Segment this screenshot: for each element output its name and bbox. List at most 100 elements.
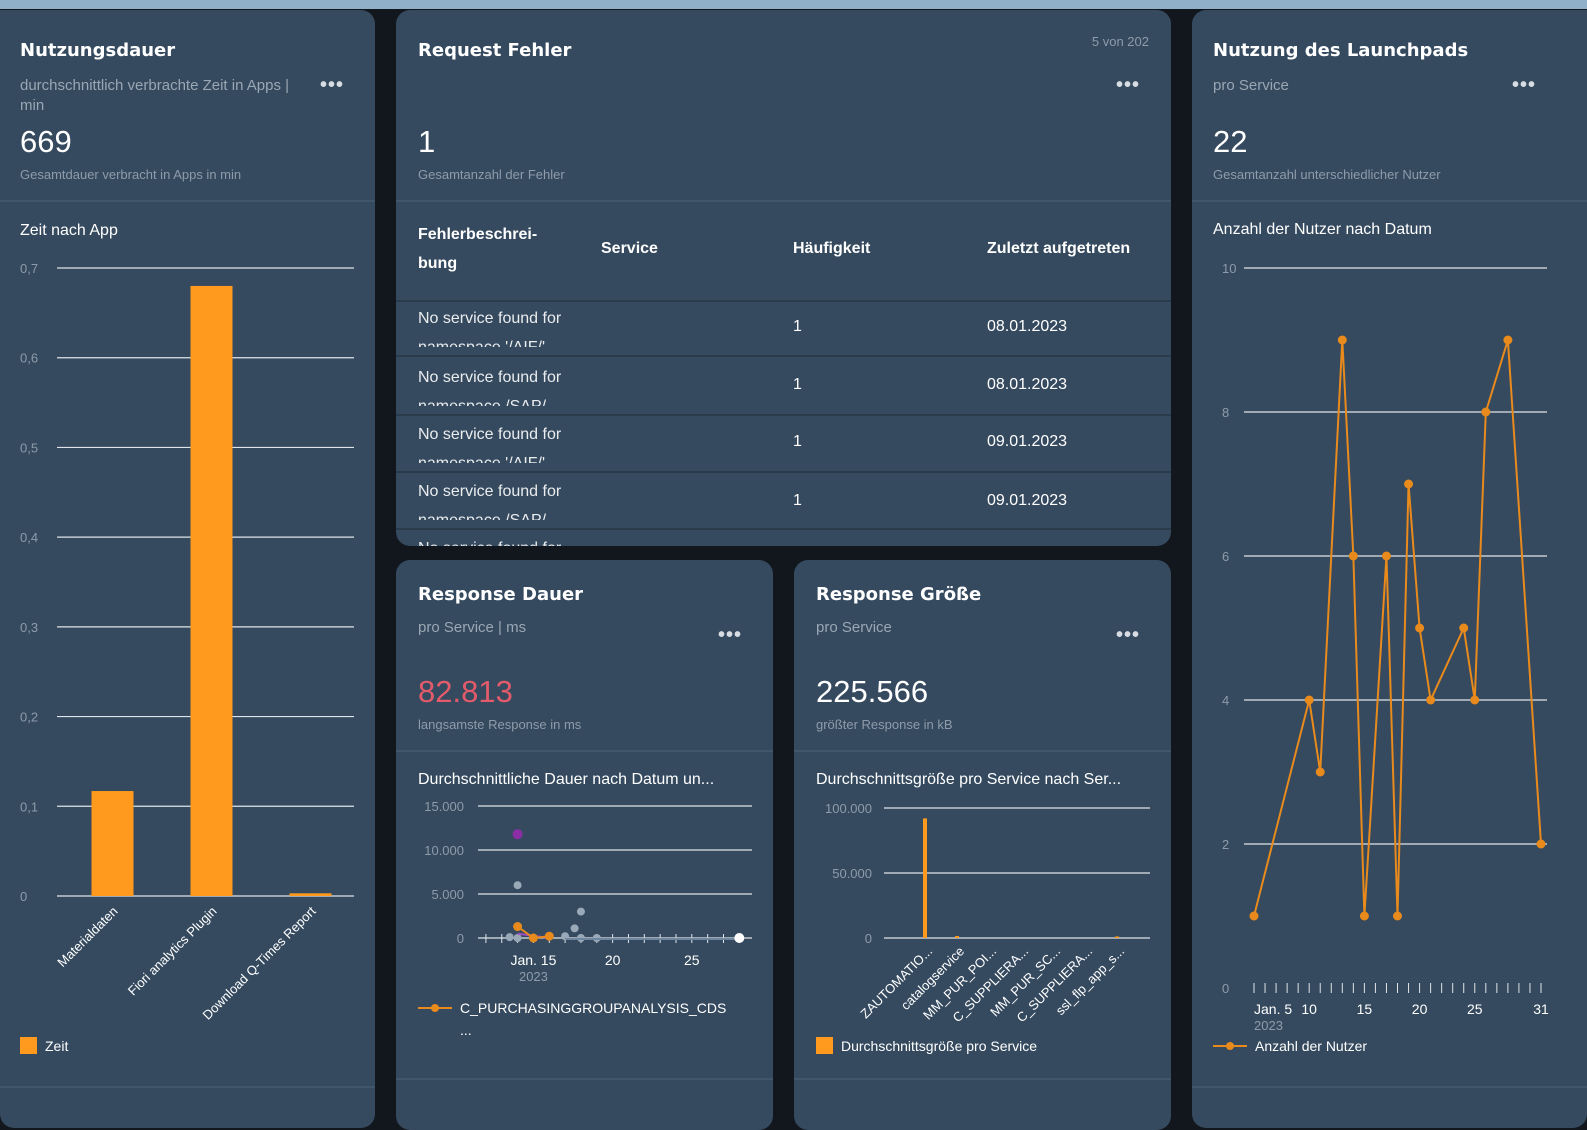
line-chart-nutzer[interactable]: 0 2 4 6 8 10 Jan. 5 10 15 20 25 31 2023: [1192, 240, 1587, 1030]
data-point: [576, 907, 585, 916]
card-title: Nutzungsdauer: [20, 40, 176, 61]
kpi-value: 1: [418, 124, 436, 159]
legend-more[interactable]: ...: [460, 1022, 472, 1038]
data-point: [1470, 695, 1480, 705]
data-point: [1459, 623, 1469, 633]
bar: [190, 285, 233, 896]
y-tick-label: 0: [457, 931, 464, 946]
data-point: [513, 922, 523, 932]
card-title: Response Dauer: [418, 584, 584, 605]
card-footer: [1192, 1086, 1587, 1118]
cell-count: 1: [793, 318, 802, 335]
table-row[interactable]: No service found for namespace '/AIF/' 1…: [396, 414, 1171, 473]
chart-legend[interactable]: C_PURCHASINGGROUPANALYSIS_CDS: [418, 1000, 726, 1016]
column-header-service[interactable]: Service: [601, 234, 658, 263]
x-tick-label: Jan. 15: [510, 952, 556, 968]
bar: [91, 791, 134, 896]
data-point: [734, 933, 745, 943]
kpi-label: langsamste Response in ms: [418, 717, 582, 732]
separator: [396, 750, 773, 752]
card-subtitle: durchschnittlich verbrachte Zeit in Apps…: [20, 77, 290, 114]
data-point: [1393, 911, 1402, 921]
data-point: [1249, 911, 1259, 921]
column-header-frequency[interactable]: Häufigkeit: [793, 234, 870, 263]
data-point: [505, 933, 514, 942]
table-row[interactable]: No service found for namespace '/AIF/' 1…: [396, 298, 1171, 357]
more-icon[interactable]: •••: [1116, 75, 1140, 95]
data-point: [1315, 767, 1325, 777]
x-tick-label: 15: [1357, 1001, 1373, 1017]
card-subtitle: pro Service: [1213, 77, 1289, 94]
table-row[interactable]: No service found for: [396, 530, 1171, 546]
data-point: [1337, 335, 1347, 345]
data-point: [1348, 551, 1358, 561]
cell-description: No service found for namespace '/AIF/': [418, 310, 562, 347]
table-header: Fehlerbeschrei-bung Service Häufigkeit Z…: [396, 202, 1171, 302]
chart-title: Zeit nach App: [20, 222, 118, 239]
cell-date: 09.01.2023: [987, 433, 1068, 450]
cell-date: 08.01.2023: [987, 376, 1068, 393]
more-icon[interactable]: •••: [1512, 75, 1536, 95]
card-response-groesse[interactable]: Response Größe pro Service ••• 225.566 g…: [794, 560, 1171, 1130]
y-tick-label: 0: [865, 931, 872, 946]
data-point: [513, 934, 522, 942]
table-row[interactable]: No service found for namespace /SAP/ 1 0…: [396, 471, 1171, 530]
bar-chart-groesse[interactable]: 050.000100.000ZAUTOMATIO...catalogservic…: [794, 792, 1171, 1042]
more-icon[interactable]: •••: [718, 625, 742, 645]
kpi-value: 225.566: [816, 674, 929, 709]
separator: [1192, 200, 1587, 202]
column-header-description[interactable]: Fehlerbeschrei-bung: [418, 220, 548, 278]
y-tick-label: 15.000: [424, 799, 464, 814]
card-subtitle: pro Service: [816, 619, 892, 636]
scatter-chart-dauer[interactable]: 0 5.000 10.000 15.000 Jan. 15 20 25 2023: [396, 792, 773, 992]
bar: [955, 936, 959, 938]
y-tick-label: 8: [1222, 405, 1229, 420]
bar-chart-zeit-nach-app[interactable]: 0 0,1 0,2 0,3 0,4 0,5 0,6 0,7 Materialdaten Fiori…: [0, 240, 375, 1060]
legend-line-marker: [1213, 1039, 1247, 1053]
column-header-last-occurred[interactable]: Zuletzt aufgetreten: [987, 234, 1130, 263]
chart-legend[interactable]: Zeit: [20, 1037, 68, 1054]
legend-swatch: [20, 1037, 37, 1054]
card-subtitle: pro Service | ms: [418, 619, 527, 636]
card-request-fehler[interactable]: Request Fehler 5 von 202 ••• 1 Gesamtanz…: [396, 10, 1171, 546]
data-point: [512, 829, 523, 840]
chart-legend[interactable]: Durchschnittsgröße pro Service: [816, 1037, 1037, 1054]
card-launchpad[interactable]: Nutzung des Launchpads pro Service ••• 2…: [1192, 10, 1587, 1128]
y-tick-label: 0,7: [20, 261, 38, 276]
table-row[interactable]: No service found for namespace /SAP/ 1 0…: [396, 357, 1171, 416]
y-tick-label: 0: [1222, 981, 1229, 996]
cell-count: 1: [793, 492, 802, 509]
card-nutzungsdauer[interactable]: Nutzungsdauer durchschnittlich verbracht…: [0, 10, 375, 1128]
more-icon[interactable]: •••: [1116, 625, 1140, 645]
kpi-value: 82.813: [418, 674, 513, 709]
kpi-value: 669: [20, 124, 72, 159]
row-counter: 5 von 202: [1091, 34, 1149, 49]
cell-date: 09.01.2023: [987, 492, 1068, 509]
y-tick-label: 0: [20, 889, 27, 904]
kpi-label: Gesamtanzahl der Fehler: [418, 167, 565, 182]
y-tick-label: 4: [1222, 693, 1229, 708]
kpi-label: Gesamtdauer verbracht in Apps in min: [20, 167, 242, 182]
cell-count: 1: [793, 433, 802, 450]
kpi-label: größter Response in kB: [816, 717, 953, 732]
bar: [923, 818, 927, 938]
y-tick-label: 0,3: [20, 620, 38, 635]
x-tick-label: Fiori analytics Plugin: [125, 904, 220, 999]
data-point: [1415, 623, 1425, 633]
y-tick-label: 50.000: [832, 866, 872, 881]
data-point: [528, 933, 538, 943]
shell-top-strip: [0, 0, 1587, 9]
series-line: [1253, 339, 1542, 917]
y-tick-label: 0,6: [20, 351, 38, 366]
chart-title: Durchschnittliche Dauer nach Datum un...: [418, 771, 715, 788]
card-response-dauer[interactable]: Response Dauer pro Service | ms ••• 82.8…: [396, 560, 773, 1130]
chart-legend[interactable]: Anzahl der Nutzer: [1213, 1038, 1367, 1054]
card-footer: [794, 1078, 1171, 1090]
data-point: [570, 924, 579, 933]
x-tick-label: 25: [684, 952, 700, 968]
more-icon[interactable]: •••: [320, 75, 344, 95]
cell-description: No service found for namespace '/AIF/': [418, 426, 562, 463]
y-tick-label: 6: [1222, 549, 1229, 564]
legend-label: Zeit: [45, 1037, 69, 1054]
y-tick-label: 0,4: [20, 530, 38, 545]
